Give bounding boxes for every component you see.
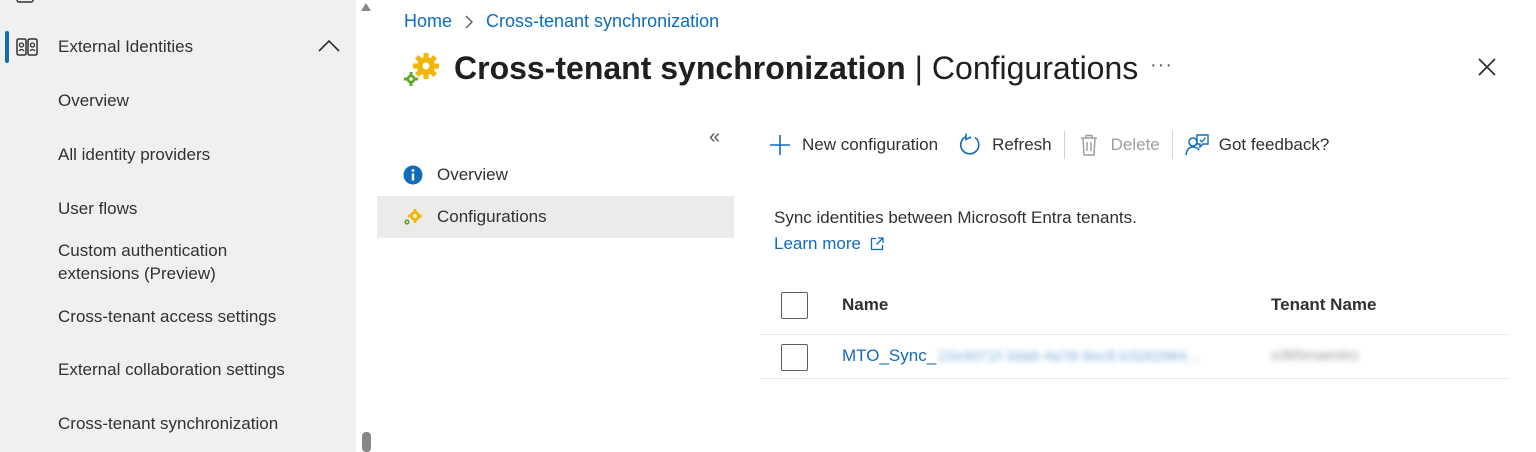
refresh-button[interactable]: Refresh (958, 128, 1052, 162)
page-subtitle: Configurations (931, 49, 1139, 86)
new-configuration-button[interactable]: New configuration (768, 128, 938, 162)
chevron-right-icon (465, 15, 474, 28)
nav-item-user-flows[interactable]: User flows (58, 197, 137, 220)
button-label: Delete (1110, 135, 1160, 154)
nav-scrollbar[interactable] (356, 0, 376, 452)
governance-icon (16, 0, 34, 3)
menu-item-label: Overview (437, 165, 508, 184)
learn-more-link[interactable]: Learn more (774, 234, 884, 254)
button-label: Refresh (992, 135, 1052, 154)
menu-item-label: Configurations (437, 207, 547, 226)
breadcrumb-home[interactable]: Home (404, 11, 452, 32)
close-icon[interactable] (1476, 56, 1498, 78)
nav-item-cross-tenant-access-settings[interactable]: Cross-tenant access settings (58, 305, 276, 328)
refresh-icon (960, 133, 980, 155)
feedback-button[interactable]: Got feedback? (1185, 128, 1330, 162)
more-options-button[interactable]: ··· (1150, 54, 1173, 77)
breadcrumb-current[interactable]: Cross-tenant synchronization (486, 11, 719, 32)
breadcrumb: Home Cross-tenant synchronization (404, 11, 719, 32)
page-title: Cross-tenant synchronization (454, 49, 906, 86)
redacted-id: 22e9071f-3da6-4a78-9ec8-b3282984... (938, 347, 1200, 365)
configuration-name-link[interactable]: MTO_Sync_ 22e9071f-3da6-4a78-9ec8-b32829… (842, 346, 1199, 366)
table-row: MTO_Sync_ 22e9071f-3da6-4a78-9ec8-b32829… (760, 335, 1510, 379)
description-text: Sync identities between Microsoft Entra … (774, 208, 1137, 227)
title-separator: | (914, 49, 923, 86)
nav-item-custom-authentication-extensions[interactable]: Custom authentication extensions (Previe… (58, 239, 288, 285)
menu-item-overview[interactable]: Overview (377, 154, 734, 196)
nav-item-external-identities[interactable]: External Identities (0, 26, 356, 68)
nav-item-overview[interactable]: Overview (58, 89, 129, 112)
gears-icon (404, 209, 422, 225)
nav-item-label: External Identities (58, 37, 194, 56)
nav-item-external-collaboration-settings[interactable]: External collaboration settings (58, 358, 285, 381)
row-checkbox[interactable] (781, 344, 808, 371)
column-header-tenant-name[interactable]: Tenant Name (1271, 295, 1377, 315)
button-label: New configuration (802, 135, 939, 154)
configuration-name-prefix: MTO_Sync_ (842, 346, 937, 365)
command-bar: New configuration Refresh Delete Got fee… (768, 128, 1329, 162)
button-label: Got feedback? (1218, 135, 1330, 154)
nav-item-partial[interactable] (14, 0, 58, 6)
chevron-up-icon[interactable] (318, 38, 340, 54)
scroll-up-arrow-icon[interactable] (361, 3, 371, 11)
toolbar-divider (1063, 131, 1065, 159)
menu-item-configurations[interactable]: Configurations (377, 196, 734, 238)
plus-icon (770, 135, 790, 155)
external-identities-icon (16, 38, 38, 56)
collapse-menu-button[interactable]: « (709, 126, 720, 149)
delete-button[interactable]: Delete (1077, 128, 1160, 162)
nav-item-cross-tenant-synchronization[interactable]: Cross-tenant synchronization (58, 412, 278, 435)
scrollbar-thumb[interactable] (362, 432, 371, 452)
nav-item-all-identity-providers[interactable]: All identity providers (58, 143, 210, 166)
selected-indicator (5, 31, 9, 63)
page-header: Cross-tenant synchronization | Configura… (402, 46, 1138, 90)
feedback-icon (1185, 134, 1209, 156)
left-navigation: External Identities Overview All identit… (0, 0, 356, 452)
gears-icon (404, 53, 439, 86)
link-label: Learn more (774, 234, 861, 253)
trash-icon (1080, 134, 1097, 156)
info-icon (403, 165, 423, 185)
toolbar-divider (1171, 131, 1173, 159)
table-header: Name Tenant Name (760, 283, 1510, 335)
select-all-checkbox[interactable] (781, 292, 808, 319)
column-header-name[interactable]: Name (842, 295, 888, 315)
tenant-name-cell: o365maestro (1271, 347, 1359, 364)
external-link-icon (870, 237, 884, 251)
